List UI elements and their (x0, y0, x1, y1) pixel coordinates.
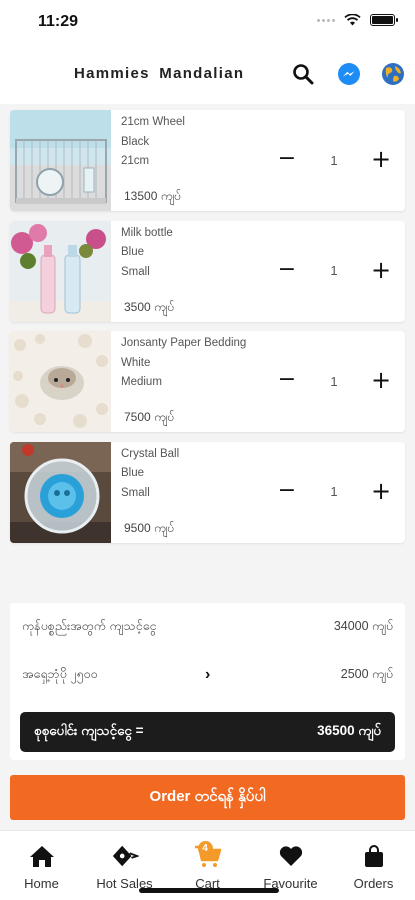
product-image (10, 331, 111, 432)
increase-quantity-button[interactable]: + (369, 479, 393, 504)
nav-item-home[interactable]: Home (0, 831, 83, 900)
signal-icon (317, 18, 335, 22)
item-color: White (121, 356, 151, 369)
item-price: 13500 ကျပ် (124, 189, 181, 203)
item-info: Crystal Ball Blue Small (121, 445, 179, 504)
product-image (10, 220, 111, 322)
home-icon (28, 843, 56, 869)
quantity-stepper: − 1 + (275, 147, 393, 172)
quantity-value: 1 (330, 484, 338, 499)
nav-item-orders[interactable]: Orders (332, 831, 415, 900)
decrease-quantity-button[interactable]: − (275, 258, 299, 283)
total-bar: စုစုပေါင်း ကျသင့်ငွေ = 36500 ကျပ် (20, 712, 395, 752)
item-size: 21cm (121, 155, 150, 167)
item-info: Milk bottle Blue Small (121, 224, 173, 283)
delivery-value: 2500 ကျပ် (340, 667, 393, 681)
total-label: စုစုပေါင်း ကျသင့်ငွေ = (34, 723, 144, 738)
total-value: 36500 ကျပ် (317, 723, 381, 738)
decrease-quantity-button[interactable]: − (275, 369, 299, 393)
home-indicator (139, 888, 279, 893)
language-button[interactable] (380, 61, 406, 87)
item-info: 21cm Wheel Black 21cm (121, 113, 185, 172)
status-time: 11:29 (38, 13, 79, 30)
nav-label: Orders (353, 876, 394, 891)
subtotal-row: ကုန်ပစ္စည်းအတွက် ကျသင့်ငွေ 34000 ကျပ် (22, 619, 393, 637)
increase-quantity-button[interactable]: + (369, 147, 393, 172)
app-header: Hammies Mandalian (0, 46, 415, 104)
hot-sales-icon (111, 843, 139, 869)
increase-quantity-button[interactable]: + (369, 368, 393, 393)
item-price: 7500 ကျပ် (124, 410, 175, 424)
subtotal-label: ကုန်ပစ္စည်းအတွက် ကျသင့်ငွေ (22, 619, 157, 633)
order-summary: ကုန်ပစ္စည်းအတွက် ကျသင့်ငွေ 34000 ကျပ် အရ… (10, 603, 405, 760)
cart-item[interactable]: Crystal Ball Blue Small 9500 ကျပ် − 1 + (10, 441, 405, 543)
nav-label: Home (24, 876, 59, 891)
globe-icon (382, 63, 404, 85)
messenger-icon (338, 63, 360, 85)
quantity-stepper: − 1 + (275, 479, 393, 504)
item-color: Blue (121, 467, 145, 479)
cart-icon: 4 (194, 841, 222, 869)
chevron-right-icon: › (205, 666, 211, 683)
status-icons (317, 14, 398, 26)
delivery-row[interactable]: အရှေ့ဘုံပို ၂၅၀၀ › 2500 ကျပ် (22, 666, 393, 685)
quantity-value: 1 (330, 373, 338, 389)
subtotal-value: 34000 ကျပ် (333, 619, 393, 633)
item-name: Jonsanty Paper Bedding (121, 337, 247, 349)
item-price: 9500 ကျပ် (124, 520, 175, 535)
delivery-label: အရှေ့ဘုံပို ၂၅၀၀ (22, 667, 98, 681)
item-info: Jonsanty Paper Bedding White Medium (121, 334, 246, 393)
item-size: Medium (121, 376, 162, 388)
app-title: Hammies Mandalian (74, 65, 245, 82)
item-size: Small (121, 265, 150, 278)
wifi-icon (344, 14, 361, 26)
cart-badge: 4 (197, 841, 213, 856)
quantity-stepper: − 1 + (275, 368, 393, 393)
cart-item[interactable]: Jonsanty Paper Bedding White Medium 7500… (10, 331, 405, 432)
shopping-bag-icon (360, 843, 388, 869)
product-image (10, 110, 111, 211)
item-name: Crystal Ball (121, 447, 180, 460)
item-color: Blue (121, 246, 145, 258)
cart-item[interactable]: 21cm Wheel Black 21cm 13500 ကျပ် − 1 + (10, 110, 405, 211)
cart-list: 21cm Wheel Black 21cm 13500 ကျပ် − 1 + M… (10, 110, 405, 552)
quantity-value: 1 (330, 263, 338, 278)
item-name: 21cm Wheel (121, 116, 185, 128)
battery-icon (370, 14, 398, 26)
place-order-button[interactable]: Order တင်ရန် နှိပ်ပါ (10, 775, 405, 820)
quantity-stepper: − 1 + (275, 258, 393, 283)
product-image (10, 441, 111, 543)
decrease-quantity-button[interactable]: − (275, 479, 299, 504)
search-button[interactable] (290, 61, 316, 87)
status-bar: 11:29 (0, 0, 415, 46)
messenger-button[interactable] (336, 61, 362, 87)
increase-quantity-button[interactable]: + (369, 258, 393, 283)
quantity-value: 1 (330, 152, 338, 168)
item-size: Small (121, 486, 150, 499)
cart-item[interactable]: Milk bottle Blue Small 3500 ကျပ် − 1 + (10, 220, 405, 322)
heart-icon (277, 843, 305, 869)
item-color: Black (121, 135, 150, 148)
item-name: Milk bottle (121, 226, 173, 239)
search-icon (293, 64, 314, 85)
decrease-quantity-button[interactable]: − (275, 148, 299, 172)
item-price: 3500 ကျပ် (124, 299, 175, 314)
